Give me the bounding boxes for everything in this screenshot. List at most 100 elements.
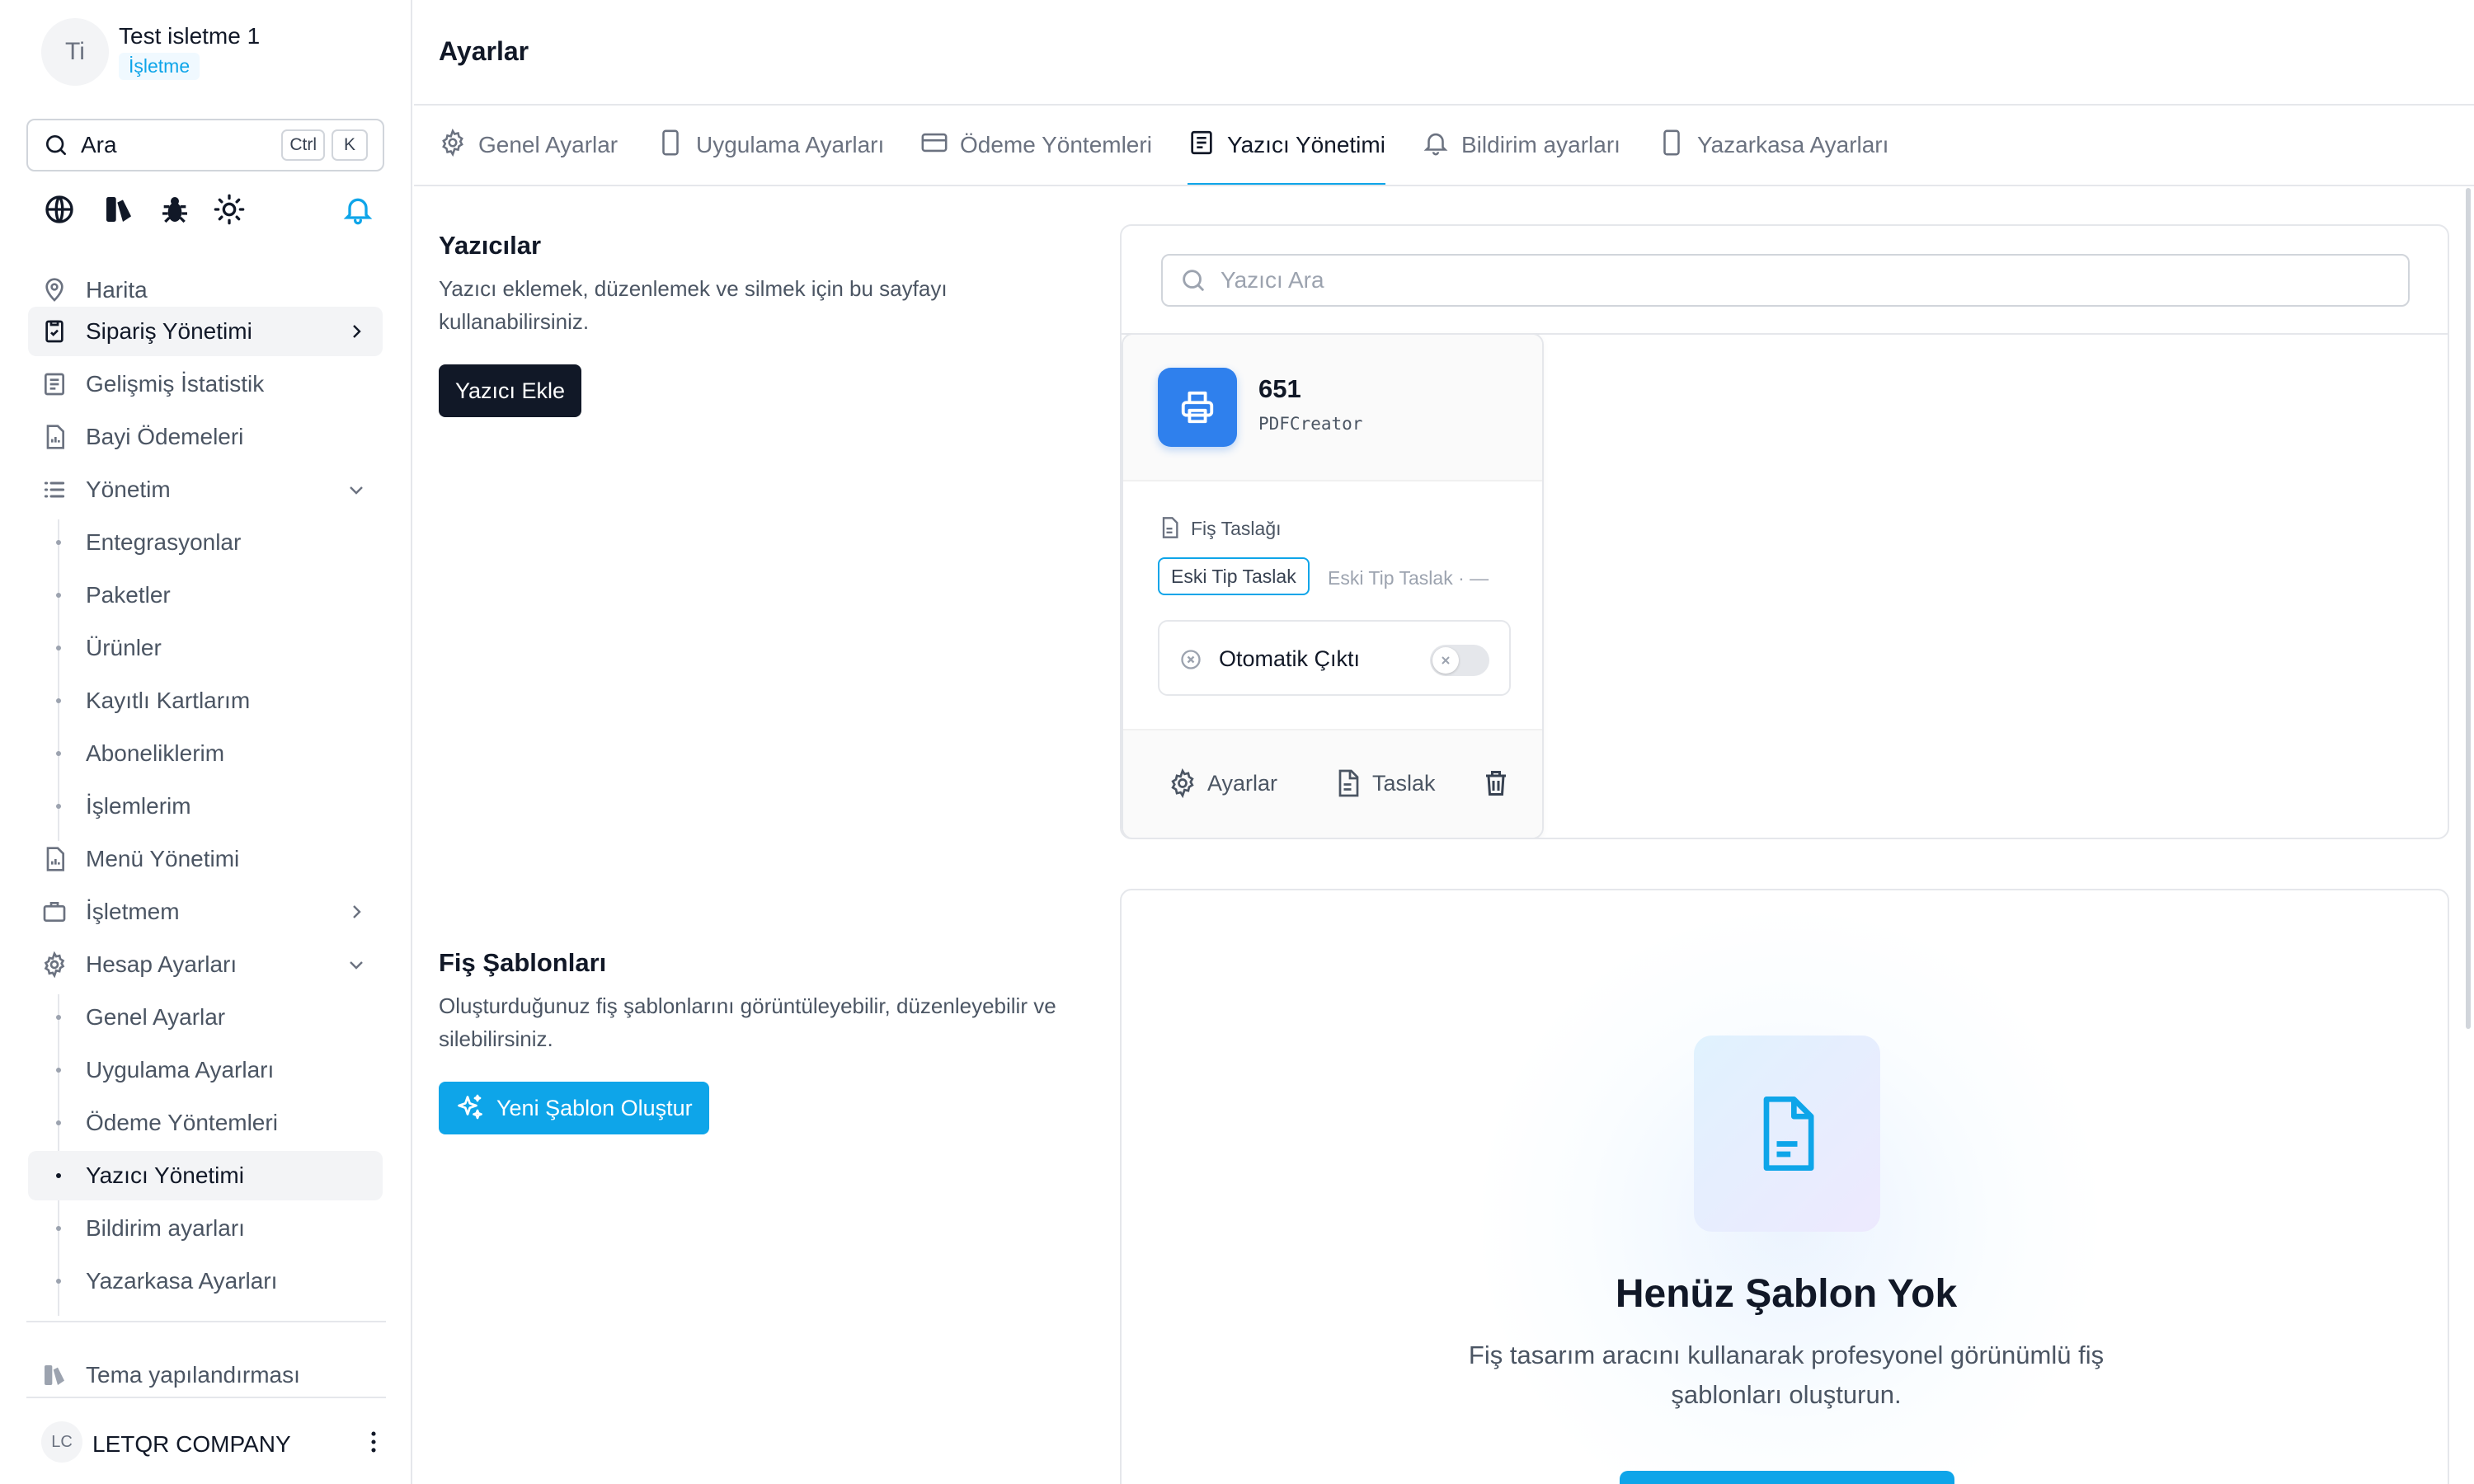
sidebar-item-hesap-ayarlari[interactable]: Hesap Ayarları (28, 940, 383, 989)
sidebar-subitem[interactable]: Genel Ayarlar (28, 993, 383, 1042)
template-secondary-text: Eski Tip Taslak · — (1328, 567, 1489, 589)
sidebar-search-label: Ara (81, 132, 117, 157)
template-chip[interactable]: Eski Tip Taslak (1158, 557, 1310, 595)
sidebar-subitem[interactable]: Aboneliklerim (28, 729, 383, 778)
clipboard-check-icon (45, 320, 63, 343)
sidebar-subitem-active[interactable]: Yazıcı Yönetimi (28, 1151, 383, 1200)
tab-label: Uygulama Ayarları (696, 132, 885, 157)
auto-print-toggle[interactable] (1430, 645, 1489, 676)
credit-card-icon (921, 133, 948, 153)
tab-label: Ödeme Yöntemleri (960, 132, 1152, 157)
tab-uygulama-ayarlari[interactable]: Uygulama Ayarları (656, 124, 884, 185)
sidebar-item-label: Harita (86, 277, 148, 303)
theme-icon[interactable] (102, 193, 135, 226)
company-switcher[interactable]: LC LETQR COMPANY (41, 1418, 388, 1468)
globe-icon[interactable] (43, 193, 76, 226)
printer-template-button[interactable]: Taslak (1333, 767, 1436, 800)
auto-print-label: Otomatik Çıktı (1219, 646, 1361, 671)
empty-state-button[interactable] (1620, 1471, 1954, 1484)
printer-icon (1181, 391, 1214, 424)
phone-icon (662, 129, 679, 156)
add-printer-button[interactable]: Yazıcı Ekle (439, 364, 582, 417)
sidebar-subitem[interactable]: Bildirim ayarları (28, 1204, 383, 1253)
templates-description: Oluşturduğunuz fiş şablonlarını görüntül… (439, 993, 1056, 1051)
quick-actions (43, 193, 381, 229)
company-avatar: LC (41, 1421, 82, 1463)
list-icon (44, 481, 65, 498)
sparkles-icon (458, 1094, 482, 1120)
document-icon (1763, 1097, 1814, 1171)
sidebar-subitem[interactable]: İşlemlerim (28, 782, 383, 831)
printer-delete-button[interactable] (1481, 767, 1511, 800)
printer-search-input[interactable]: Yazıcı Ara (1161, 254, 2410, 307)
bell-icon[interactable] (341, 193, 374, 226)
sidebar-subitem[interactable]: Kayıtlı Kartlarım (28, 676, 383, 726)
tab-yazici-yonetimi[interactable]: Yazıcı Yönetimi (1188, 124, 1385, 186)
receipt-template-label: Fiş Taslağı (1191, 518, 1282, 539)
chevron-right-icon (353, 325, 361, 338)
briefcase-icon (43, 902, 66, 922)
sidebar-subitem[interactable]: Paketler (28, 571, 383, 620)
sidebar: Ti Test isletme 1 İşletme Ara Ctrl K Har… (0, 0, 412, 1484)
toggle-knob (1432, 647, 1459, 674)
x-circle-icon (1181, 650, 1201, 669)
sun-icon[interactable] (213, 193, 246, 226)
phone-icon (1663, 129, 1680, 156)
tab-genel-ayarlar[interactable]: Genel Ayarlar (439, 124, 618, 185)
sidebar-item-label: Bayi Ödemeleri (86, 424, 244, 449)
sidebar-item-theme[interactable]: Tema yapılandırması (28, 1350, 383, 1400)
scrollbar-thumb[interactable] (2466, 188, 2471, 1029)
subitem-label: Yazarkasa Ayarları (86, 1268, 278, 1294)
bullet-dot (56, 593, 61, 598)
sidebar-item-menu-yonetimi[interactable]: Menü Yönetimi (28, 834, 383, 884)
account-avatar[interactable]: Ti (41, 18, 109, 86)
shortcut-key-ctrl: Ctrl (281, 129, 325, 161)
printer-driver: PDFCreator (1258, 414, 1363, 434)
bullet-dot (56, 646, 61, 650)
tab-label: Bildirim ayarları (1461, 132, 1620, 157)
sidebar-item-siparis-yonetimi[interactable]: Sipariş Yönetimi (28, 307, 383, 356)
subitem-label: İşlemlerim (86, 793, 191, 819)
tab-yazarkasa-ayarlari[interactable]: Yazarkasa Ayarları (1658, 124, 1888, 185)
chevron-right-icon (353, 905, 361, 918)
chevron-down-icon (350, 486, 363, 495)
printers-description: Yazıcı eklemek, düzenlemek ve silmek içi… (439, 276, 948, 334)
printer-icon-badge (1158, 368, 1237, 447)
file-text-icon (1338, 769, 1359, 797)
sidebar-subitem[interactable]: Ürünler (28, 623, 383, 673)
tab-label: Genel Ayarlar (478, 132, 618, 157)
tab-bildirim-ayarlari[interactable]: Bildirim ayarları (1422, 124, 1620, 185)
subitem-label: Kayıtlı Kartlarım (86, 688, 251, 713)
empty-state-description: Fiş tasarım aracını kullanarak profesyon… (1468, 1341, 2105, 1409)
sidebar-subitem[interactable]: Uygulama Ayarları (28, 1045, 383, 1095)
bell-icon (1423, 133, 1448, 156)
more-vertical-icon[interactable] (360, 1428, 388, 1456)
new-template-button[interactable]: Yeni Şablon Oluştur (439, 1082, 709, 1134)
subitem-label: Entegrasyonlar (86, 529, 242, 555)
bug-icon[interactable] (158, 193, 191, 226)
file-chart-icon (46, 425, 64, 449)
sidebar-item-yonetim[interactable]: Yönetim (28, 465, 383, 514)
printers-title: Yazıcılar (439, 231, 542, 260)
sidebar-subitem[interactable]: Yazarkasa Ayarları (28, 1256, 383, 1306)
printer-settings-button[interactable]: Ayarlar (1168, 767, 1277, 800)
sidebar-subitem[interactable]: Entegrasyonlar (28, 518, 383, 567)
tab-odeme-yontemleri[interactable]: Ödeme Yöntemleri (920, 124, 1152, 185)
printer-template-label: Taslak (1372, 770, 1436, 796)
bullet-dot (56, 540, 61, 545)
printer-card: 651 PDFCreator Fiş Taslağı Eski Tip Tasl… (1122, 333, 1544, 838)
empty-state-badge (1694, 1036, 1880, 1232)
shortcut-key-k: K (332, 129, 368, 161)
sidebar-item-isletmem[interactable]: İşletmem (28, 887, 383, 937)
sidebar-subitem[interactable]: Ödeme Yöntemleri (28, 1098, 383, 1148)
bullet-dot (56, 1226, 61, 1231)
sidebar-item-label: Yönetim (86, 477, 171, 502)
sidebar-item-bayi-odemeleri[interactable]: Bayi Ödemeleri (28, 412, 383, 462)
printer-card-header: 651 PDFCreator (1123, 335, 1542, 481)
bullet-dot (56, 1068, 61, 1073)
trash-icon (1486, 771, 1506, 796)
bullet-dot (56, 1015, 61, 1020)
sidebar-search[interactable]: Ara Ctrl K (26, 119, 384, 171)
tab-label: Yazıcı Yönetimi (1227, 132, 1385, 157)
sidebar-item-gelismis-istatistik[interactable]: Gelişmiş İstatistik (28, 359, 383, 409)
